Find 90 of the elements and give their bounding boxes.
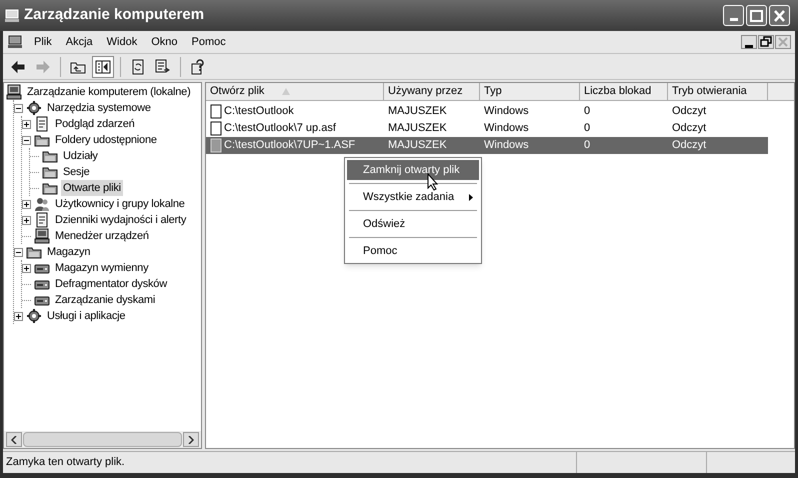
tree-item[interactable]: Dzienniki wydajności i alerty <box>53 212 188 228</box>
tree-item[interactable]: Defragmentator dysków <box>53 276 169 292</box>
context-menu-item[interactable]: Odśwież <box>347 214 479 234</box>
expander-box[interactable] <box>14 104 23 112</box>
maximize-icon <box>750 10 763 22</box>
table-cell-text: 0 <box>584 138 590 154</box>
table-cell-text: Windows <box>484 138 529 154</box>
tree-item[interactable]: Narzędzia systemowe <box>45 100 153 116</box>
expander-box[interactable] <box>14 312 23 320</box>
maximize-button[interactable] <box>746 5 767 26</box>
table-cell-text: Odczyt <box>672 138 706 154</box>
forward-arrow-icon <box>35 58 51 74</box>
tree-item[interactable]: Udziały <box>61 148 100 164</box>
tree-item[interactable]: Zarządzanie komputerem (lokalne) <box>25 84 193 100</box>
minimize-icon <box>730 18 738 21</box>
column-header[interactable]: Liczba blokad <box>580 83 668 100</box>
tree-item[interactable]: Użytkownicy i grupy lokalne <box>53 196 187 212</box>
tree-item[interactable]: Zarządzanie dyskami <box>53 292 158 308</box>
computer-icon <box>4 8 20 24</box>
menu-item[interactable]: Widok <box>100 34 144 50</box>
restore-button[interactable] <box>758 35 774 49</box>
help-icon <box>190 58 206 74</box>
document-icon <box>210 121 222 136</box>
tree-item[interactable]: Sesje <box>61 164 92 180</box>
expander-box[interactable] <box>22 264 31 272</box>
export-list-icon <box>155 58 171 74</box>
scroll-left-button[interactable] <box>6 432 22 447</box>
expander-box[interactable] <box>14 248 23 256</box>
table-row[interactable]: C:\testOutlook\7 up.asf MAJUSZEK Windows 0 Odczyt <box>206 120 768 137</box>
expander-box[interactable] <box>22 120 31 128</box>
minimize-icon <box>745 44 753 48</box>
horizontal-scrollbar[interactable] <box>4 431 201 448</box>
column-header[interactable]: Typ <box>480 83 580 100</box>
refresh-icon <box>130 58 146 74</box>
scroll-right-button[interactable] <box>183 432 199 447</box>
table-cell-text: MAJUSZEK <box>388 138 447 154</box>
scroll-thumb[interactable] <box>23 432 182 447</box>
tree-item[interactable]: Magazyn wymienny <box>53 260 150 276</box>
minimize-button[interactable] <box>741 35 757 49</box>
gear-icon <box>26 100 42 116</box>
sort-arrow-icon <box>282 88 290 95</box>
tree-item[interactable]: Menedżer urządzeń <box>53 228 151 244</box>
table-cell-text: Odczyt <box>672 121 706 136</box>
document-icon <box>210 138 222 153</box>
submenu-arrow-icon <box>469 194 473 200</box>
table-cell-text: MAJUSZEK <box>388 121 447 136</box>
menu-item[interactable]: Akcja <box>58 34 100 50</box>
back-arrow-icon <box>10 58 26 74</box>
tree-item[interactable]: Magazyn <box>45 244 92 260</box>
expander-box[interactable] <box>22 136 31 144</box>
close-icon <box>774 10 785 22</box>
computer-icon <box>34 228 50 244</box>
document-icon <box>34 116 50 132</box>
table-row[interactable]: C:\testOutlook MAJUSZEK Windows 0 Odczyt <box>206 103 768 120</box>
table-cell-text: MAJUSZEK <box>388 104 447 120</box>
context-menu-item[interactable]: Wszystkie zadania <box>347 187 479 207</box>
table-cell-text: Windows <box>484 121 529 136</box>
tree-item[interactable]: Usługi i aplikacje <box>45 308 128 324</box>
menu-item[interactable]: Plik <box>27 34 59 50</box>
expander-box[interactable] <box>22 200 31 208</box>
table-cell-text: 0 <box>584 104 590 120</box>
table-cell-text: C:\testOutlook\7 up.asf <box>224 121 336 136</box>
gear-icon <box>26 308 42 324</box>
close-icon <box>776 35 790 49</box>
document-icon <box>210 104 222 119</box>
column-header[interactable]: Otwórz plik <box>206 83 384 100</box>
document-icon <box>34 212 50 228</box>
menu-item[interactable]: Pomoc <box>184 34 233 50</box>
tree-button[interactable] <box>92 56 114 78</box>
tree-item[interactable]: Foldery udostępnione <box>53 132 159 148</box>
status-text: Zamyka ten otwarty plik. <box>6 455 125 470</box>
table-cell-text: C:\testOutlook\7UP~1.ASF <box>224 138 356 154</box>
context-menu-item[interactable]: Pomoc <box>347 241 479 261</box>
column-header[interactable]: Tryb otwierania <box>668 83 768 100</box>
table-cell-text: 0 <box>584 121 590 136</box>
tree-item[interactable]: Podgląd zdarzeń <box>53 116 137 132</box>
column-header[interactable]: Używany przez <box>384 83 480 100</box>
tree-item[interactable]: Otwarte pliki <box>61 180 123 196</box>
table-cell-text: Odczyt <box>672 104 706 120</box>
table-cell-text: C:\testOutlook <box>224 104 294 120</box>
restore-icon <box>759 35 773 49</box>
menu-item[interactable]: Okno <box>144 34 184 50</box>
panes-icon <box>95 58 111 74</box>
window-title: Zarządzanie komputerem <box>24 5 204 26</box>
table-row[interactable]: C:\testOutlook\7UP~1.ASF MAJUSZEK Windows 0 Odczyt <box>206 137 768 154</box>
people-icon <box>34 196 50 212</box>
table-cell-text: Windows <box>484 104 529 120</box>
context-menu-item[interactable]: Zamknij otwarty plik <box>347 160 479 180</box>
computer-icon <box>7 34 23 50</box>
expander-box[interactable] <box>22 216 31 224</box>
